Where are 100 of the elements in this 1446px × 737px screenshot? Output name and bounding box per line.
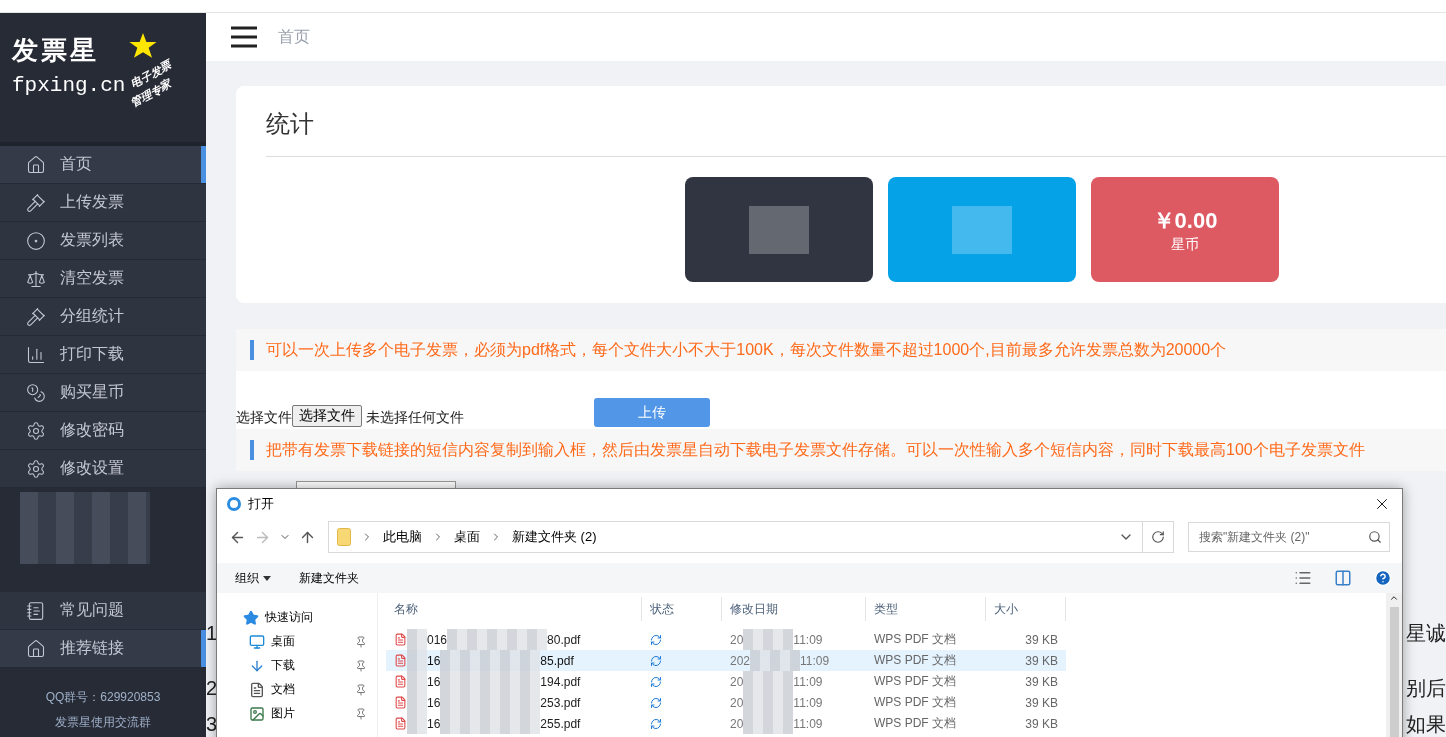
dialog-title: 打开 bbox=[248, 495, 275, 513]
pdf-icon bbox=[394, 633, 407, 646]
file-type: WPS PDF 文档 bbox=[874, 715, 956, 732]
text-fragment: 星诚 bbox=[1406, 620, 1446, 646]
text-fragment: 如果 bbox=[1406, 711, 1446, 737]
file-name: 255.pdf bbox=[540, 716, 581, 731]
sidebar-item[interactable]: 清空发票 bbox=[0, 260, 206, 298]
search-field[interactable]: 搜索"新建文件夹 (2)" bbox=[1188, 522, 1390, 552]
house-icon bbox=[26, 154, 46, 175]
file-name: 194.pdf bbox=[540, 674, 581, 689]
sidebar-item[interactable]: 首页 bbox=[0, 146, 206, 184]
sidebar-item[interactable]: 分组统计 bbox=[0, 298, 206, 336]
file-size: 39 KB bbox=[1025, 695, 1058, 710]
folder-icon bbox=[337, 528, 351, 546]
choose-file-button[interactable]: 选择文件 bbox=[292, 405, 362, 427]
help-icon[interactable] bbox=[1374, 569, 1392, 587]
coins-icon bbox=[26, 382, 46, 403]
text-fragment: 别后 bbox=[1406, 675, 1446, 701]
modified-time: 11:09 bbox=[793, 632, 823, 647]
logo-name: 发票星 bbox=[12, 34, 100, 67]
preview-pane-icon[interactable] bbox=[1334, 569, 1352, 587]
file-name-fragment: 16 bbox=[427, 695, 441, 710]
file-type: WPS PDF 文档 bbox=[874, 673, 956, 690]
pdf-icon bbox=[394, 696, 407, 709]
sync-icon bbox=[650, 654, 662, 667]
text-fragment: 1 bbox=[206, 621, 218, 645]
path-segment[interactable]: 此电脑 bbox=[383, 528, 422, 546]
file-name: 85.pdf bbox=[540, 653, 574, 668]
gear-icon bbox=[26, 458, 46, 479]
sidebar-item[interactable]: 购买星币 bbox=[0, 374, 206, 412]
toolbar-button[interactable]: 组织 bbox=[235, 569, 271, 587]
scrollbar[interactable] bbox=[1386, 593, 1402, 737]
file-size: 39 KB bbox=[1025, 716, 1058, 731]
column-header[interactable]: 状态 bbox=[642, 597, 722, 621]
stat-value: ￥0.00 bbox=[1152, 206, 1218, 235]
sidebar-item[interactable]: 修改密码 bbox=[0, 412, 206, 450]
toolbar-button[interactable]: 新建文件夹 bbox=[299, 569, 359, 587]
file-row[interactable]: 016 80.pdf 20 11:09 WPS PDF 文档 39 KB bbox=[386, 629, 1066, 650]
column-header[interactable]: 修改日期 bbox=[722, 597, 866, 621]
date-fragment: 202 bbox=[730, 653, 751, 668]
modified-time: 11:09 bbox=[793, 674, 823, 689]
date-fragment: 20 bbox=[730, 632, 744, 647]
file-name-fragment: 16 bbox=[427, 716, 441, 731]
file-row[interactable]: 16 253.pdf 20 11:09 WPS PDF 文档 39 KB bbox=[386, 692, 1066, 713]
file-type: WPS PDF 文档 bbox=[874, 631, 956, 648]
file-row[interactable]: 16 255.pdf 20 11:09 WPS PDF 文档 39 KB bbox=[386, 713, 1066, 734]
accent-bar bbox=[250, 440, 254, 460]
nav-item[interactable]: 下载 bbox=[243, 655, 377, 676]
file-name-fragment: 16 bbox=[427, 653, 441, 668]
view-options-icon[interactable] bbox=[1294, 569, 1312, 587]
sidebar-item[interactable]: 常见问题 bbox=[0, 592, 206, 630]
column-header[interactable]: 大小 bbox=[986, 597, 1066, 621]
file-size: 39 KB bbox=[1025, 653, 1058, 668]
scale-icon bbox=[26, 268, 46, 289]
monitor-icon bbox=[249, 633, 265, 650]
file-row[interactable]: 16 85.pdf 202 11:09 WPS PDF 文档 39 KB bbox=[386, 650, 1066, 671]
file-status: 未选择任何文件 bbox=[366, 409, 464, 427]
sidebar-item[interactable]: 推荐链接 bbox=[0, 630, 206, 668]
notice-text: 把带有发票下载链接的短信内容复制到输入框，然后由发票星自动下载电子发票文件存储。可以一次性输入多个短信内容，同时下载最高100个电子发票文件 bbox=[266, 439, 1365, 460]
date-fragment: 20 bbox=[730, 674, 744, 689]
caret-icon bbox=[263, 575, 271, 581]
address-bar[interactable]: 此电脑 桌面 新建文件夹 (2) bbox=[328, 521, 1143, 553]
footer-text: QQ群号：629920853 bbox=[45, 689, 161, 706]
app-icon bbox=[226, 496, 242, 512]
image-icon bbox=[249, 705, 265, 722]
date-fragment: 20 bbox=[730, 695, 744, 710]
refresh-button[interactable] bbox=[1142, 521, 1174, 553]
notepad-icon bbox=[26, 600, 46, 621]
file-row[interactable]: 16 194.pdf 20 11:09 WPS PDF 文档 39 KB bbox=[386, 671, 1066, 692]
path-segment[interactable]: 新建文件夹 (2) bbox=[512, 528, 597, 546]
nav-item[interactable]: 文档 bbox=[243, 679, 377, 700]
nav-item[interactable]: 桌面 bbox=[243, 631, 377, 652]
bar-chart-icon bbox=[26, 344, 46, 365]
footer-text: 发票星使用交流群 bbox=[55, 714, 151, 731]
sync-icon bbox=[650, 675, 662, 688]
path-segment[interactable]: 桌面 bbox=[454, 528, 480, 546]
pdf-icon bbox=[394, 675, 407, 688]
scroll-up-icon[interactable] bbox=[1389, 593, 1399, 603]
text-fragment: 2 bbox=[206, 676, 218, 700]
menu-icon[interactable] bbox=[230, 26, 258, 48]
star-icon bbox=[129, 33, 158, 59]
file-label: 选择文件 bbox=[236, 409, 292, 427]
pixelated-mosaic bbox=[952, 205, 1012, 254]
column-header[interactable]: 类型 bbox=[866, 597, 986, 621]
nav-item[interactable]: 图片 bbox=[243, 703, 377, 724]
logo-domain: fpxing.cn bbox=[12, 74, 126, 97]
stat-label: 星币 bbox=[1171, 235, 1199, 254]
sidebar-item[interactable]: 修改设置 bbox=[0, 450, 206, 488]
column-header[interactable]: 名称 bbox=[386, 597, 642, 621]
nav-item[interactable]: 快速访问 bbox=[243, 607, 377, 628]
file-name-fragment: 16 bbox=[427, 674, 441, 689]
sync-icon bbox=[650, 696, 662, 709]
file-name: 80.pdf bbox=[547, 632, 581, 647]
sidebar-item[interactable]: 上传发票 bbox=[0, 184, 206, 222]
sidebar-item[interactable]: 发票列表 bbox=[0, 222, 206, 260]
house-icon bbox=[26, 638, 46, 659]
gear-icon bbox=[26, 420, 46, 441]
pin-icon bbox=[355, 683, 367, 696]
document-icon bbox=[249, 681, 265, 698]
sidebar-item[interactable]: 打印下载 bbox=[0, 336, 206, 374]
